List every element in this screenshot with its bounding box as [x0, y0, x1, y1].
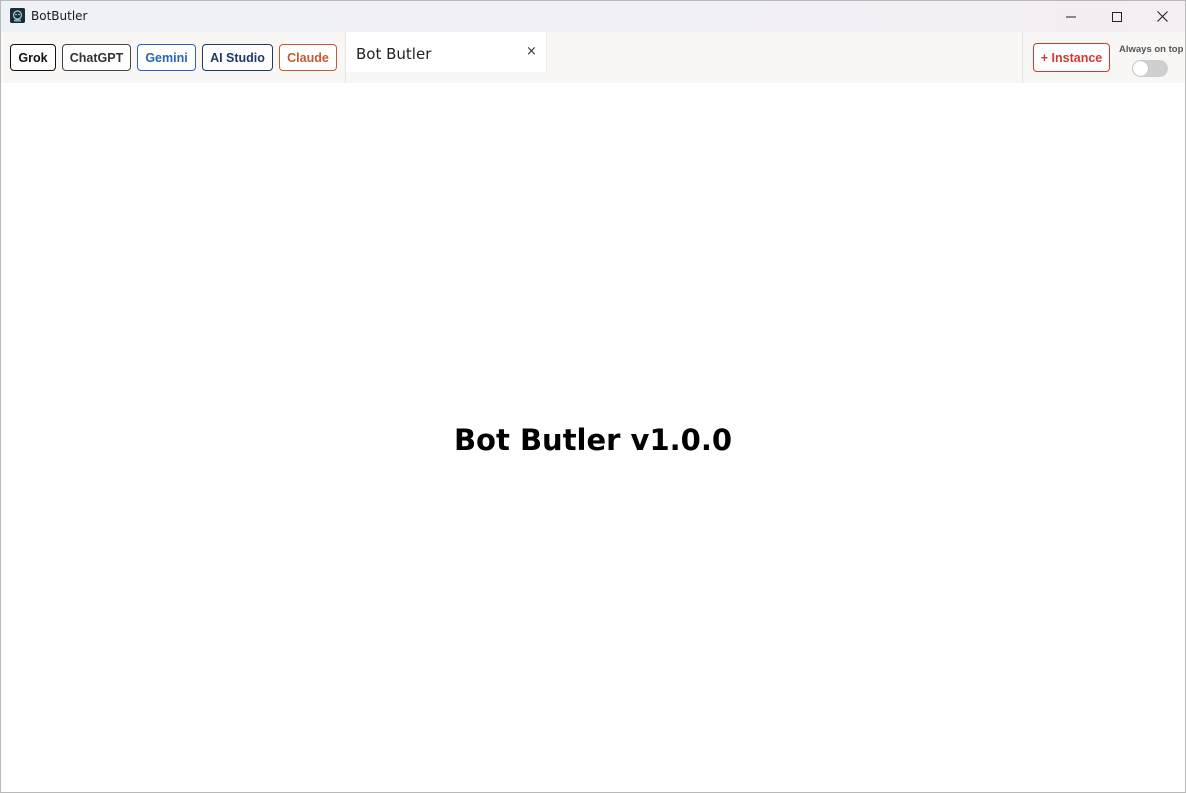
maximize-button[interactable]	[1094, 1, 1140, 32]
close-icon	[1156, 11, 1168, 22]
tab-bot-butler[interactable]: Bot Butler ×	[346, 32, 547, 72]
divider	[1022, 32, 1023, 83]
always-on-top-toggle[interactable]	[1132, 60, 1168, 77]
page-title: Bot Butler v1.0.0	[453, 423, 733, 457]
main-content: Bot Butler v1.0.0	[1, 83, 1185, 792]
title-bar[interactable]: BotButler	[1, 1, 1185, 32]
window-title: BotButler	[31, 9, 88, 23]
tab-close-icon[interactable]: ×	[526, 44, 537, 59]
toolbar: Grok ChatGPT Gemini AI Studio Claude Bot…	[1, 32, 1185, 83]
always-on-top-label: Always on top	[1119, 44, 1184, 55]
botbutler-app-icon	[10, 8, 25, 23]
grok-button[interactable]: Grok	[10, 44, 56, 71]
minimize-icon	[1066, 16, 1076, 17]
maximize-icon	[1112, 11, 1122, 22]
tab-label: Bot Butler	[356, 45, 432, 63]
gemini-button[interactable]: Gemini	[137, 44, 196, 71]
chatgpt-button[interactable]: ChatGPT	[62, 44, 131, 71]
toggle-knob	[1133, 61, 1148, 76]
close-button[interactable]	[1139, 1, 1185, 32]
add-instance-button[interactable]: + Instance	[1033, 43, 1110, 72]
app-window: BotButler Grok ChatGPT Gemini AI Studio …	[0, 0, 1186, 793]
minimize-button[interactable]	[1048, 1, 1094, 32]
ai-studio-button[interactable]: AI Studio	[202, 44, 273, 71]
claude-button[interactable]: Claude	[279, 44, 337, 71]
